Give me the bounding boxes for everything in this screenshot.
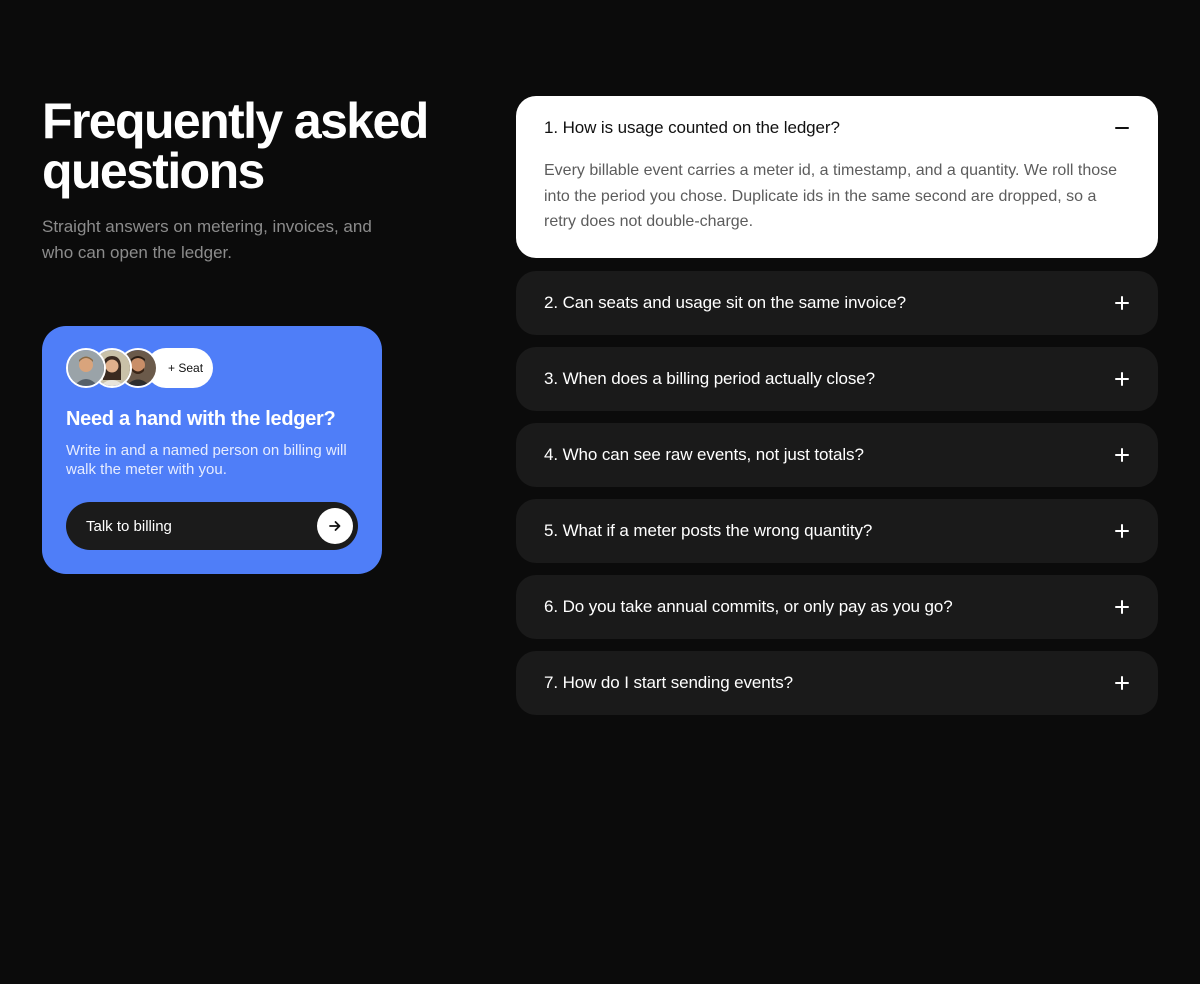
avatar (66, 348, 106, 388)
help-card: + Seat Need a hand with the ledger? Writ… (42, 326, 382, 574)
plus-icon[interactable] (1114, 599, 1130, 615)
faq-item[interactable]: 3. When does a billing period actually c… (516, 347, 1158, 411)
faq-page: Frequently asked questions Straight answ… (0, 0, 1200, 984)
faq-item[interactable]: 2. Can seats and usage sit on the same i… (516, 271, 1158, 335)
page-title: Frequently asked questions (42, 93, 429, 199)
faq-question: 3. When does a billing period actually c… (544, 369, 875, 388)
plus-icon[interactable] (1114, 371, 1130, 387)
talk-to-billing-label: Talk to billing (86, 517, 172, 535)
avatar-group: + Seat (66, 348, 358, 388)
faq-question: 4. Who can see raw events, not just tota… (544, 445, 864, 464)
page-subtitle: Straight answers on metering, invoices, … (42, 217, 372, 262)
faq-question: 7. How do I start sending events? (544, 673, 794, 692)
faq-question: 1. How is usage counted on the ledger? (544, 118, 840, 137)
faq-item[interactable]: 4. Who can see raw events, not just tota… (516, 423, 1158, 487)
help-card-text: Write in and a named person on billing w… (66, 442, 347, 478)
faq-question: 2. Can seats and usage sit on the same i… (544, 293, 906, 312)
talk-to-billing-button[interactable]: Talk to billing (66, 502, 358, 550)
plus-icon[interactable] (1114, 295, 1130, 311)
minus-icon[interactable] (1114, 120, 1130, 136)
faq-item[interactable]: 7. How do I start sending events? (516, 651, 1158, 715)
faq-question: 6. Do you take annual commits, or only p… (544, 597, 953, 616)
faq-intro: Frequently asked questions Straight answ… (42, 96, 442, 266)
plus-icon[interactable] (1114, 523, 1130, 539)
faq-item[interactable]: 5. What if a meter posts the wrong quant… (516, 499, 1158, 563)
faq-answer: Every billable event carries a meter id,… (544, 162, 1118, 230)
faq-question: 5. What if a meter posts the wrong quant… (544, 521, 873, 540)
faq-list: 1. How is usage counted on the ledger? E… (516, 96, 1158, 727)
plus-icon[interactable] (1114, 675, 1130, 691)
faq-item[interactable]: 6. Do you take annual commits, or only p… (516, 575, 1158, 639)
arrow-right-icon (317, 508, 353, 544)
faq-item[interactable]: 1. How is usage counted on the ledger? E… (516, 96, 1158, 258)
plus-icon[interactable] (1114, 447, 1130, 463)
help-card-title: Need a hand with the ledger? (66, 408, 336, 430)
